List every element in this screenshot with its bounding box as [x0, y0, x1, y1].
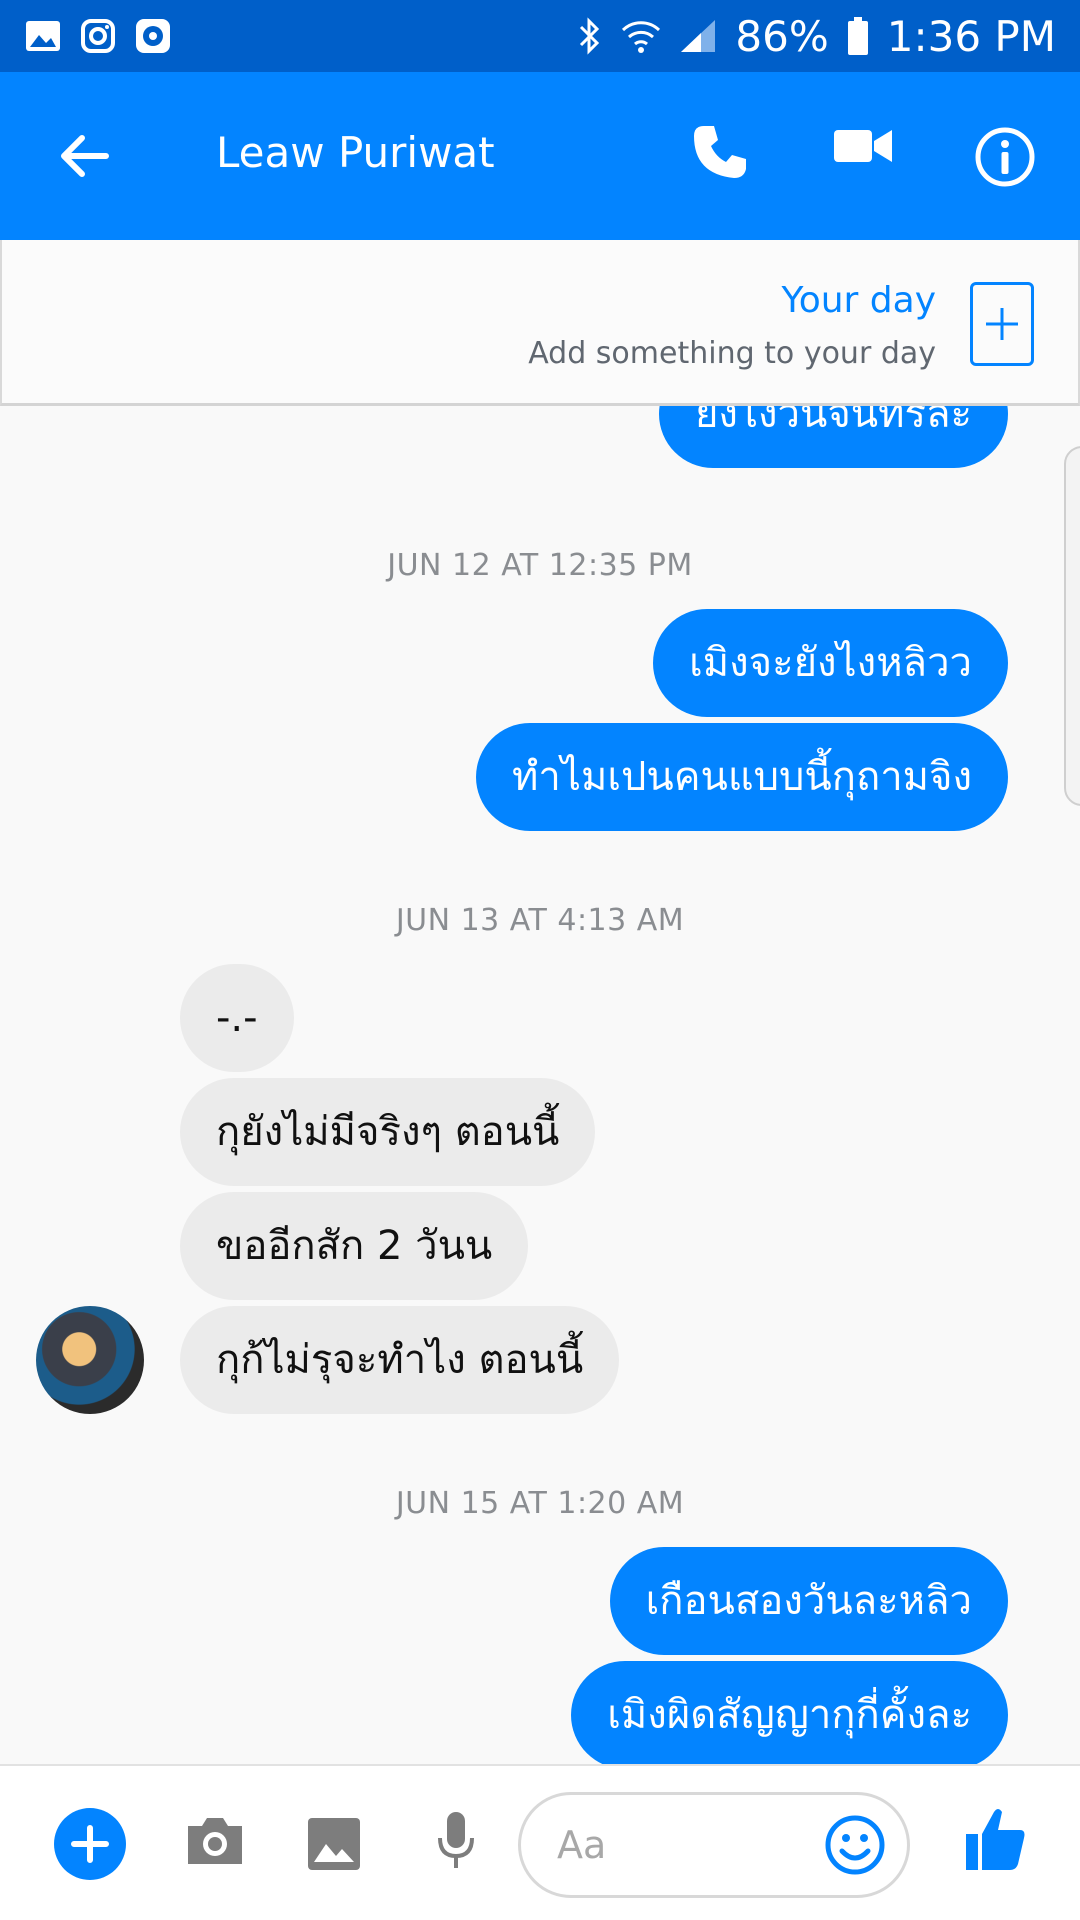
contact-avatar[interactable]: [36, 1306, 144, 1414]
back-arrow-icon[interactable]: [54, 126, 114, 186]
your-day-title[interactable]: Your day: [781, 280, 936, 321]
outgoing-message[interactable]: เกือนสองวันละหลิว: [609, 1547, 1008, 1655]
timestamp: JUN 15 AT 1:20 AM: [395, 1486, 685, 1521]
wifi-icon: [622, 21, 661, 53]
outgoing-message[interactable]: ทำไมเปนคนแบบนี้กุถามจิง: [476, 723, 1008, 831]
info-icon[interactable]: [974, 126, 1036, 188]
bluetooth-icon: [580, 17, 600, 55]
camera-icon[interactable]: [184, 1814, 246, 1866]
battery-percent: 86%: [735, 11, 829, 61]
notification-icons: [24, 17, 172, 55]
incoming-message[interactable]: กุก้ไม่รุจะทำไง ตอนนี้: [180, 1306, 620, 1414]
message-input[interactable]: [555, 1822, 815, 1868]
status-bar: 86% 1:36 PM: [0, 0, 1080, 72]
your-day-banner[interactable]: Your day Add something to your day: [0, 240, 1080, 406]
emoji-icon[interactable]: [823, 1813, 887, 1877]
add-to-day-button[interactable]: [970, 282, 1034, 366]
incoming-message[interactable]: -.-: [180, 964, 294, 1072]
outgoing-message[interactable]: ยังไงวันจันทร์ละ: [658, 406, 1008, 468]
plus-icon: [71, 1825, 109, 1863]
outgoing-message[interactable]: เมิงผิดสัญญากุกี่คั้งละ: [571, 1661, 1008, 1764]
instagram-notification-icon: [81, 19, 115, 53]
outgoing-message[interactable]: เมิงจะยังไงหลิวว: [653, 609, 1008, 717]
clock: 1:36 PM: [886, 11, 1056, 61]
music-notification-icon: [136, 19, 170, 53]
incoming-message[interactable]: กุยังไม่มีจริงๆ ตอนนี้: [180, 1078, 596, 1186]
timestamp: JUN 12 AT 12:35 PM: [387, 548, 693, 583]
microphone-icon[interactable]: [436, 1810, 476, 1872]
system-indicators: 86% 1:36 PM: [577, 12, 1056, 61]
message-thread[interactable]: ยังไงวันจันทร์ละ JUN 12 AT 12:35 PM เมิง…: [0, 406, 1080, 1764]
message-input-field[interactable]: [518, 1792, 910, 1898]
message-composer: [0, 1764, 1080, 1920]
more-actions-button[interactable]: [54, 1808, 126, 1880]
battery-icon: [847, 17, 868, 55]
timestamp: JUN 13 AT 4:13 AM: [395, 903, 685, 938]
conversation-header: Leaw Puriwat: [0, 72, 1080, 240]
contact-name[interactable]: Leaw Puriwat: [216, 128, 495, 177]
scroll-handle[interactable]: [1064, 446, 1080, 806]
image-gallery-icon[interactable]: [306, 1816, 362, 1872]
gallery-notification-icon: [26, 21, 60, 51]
thumbs-up-icon[interactable]: [964, 1806, 1028, 1872]
phone-call-icon[interactable]: [690, 122, 750, 182]
signal-icon: [681, 20, 716, 52]
plus-icon: [986, 308, 1018, 340]
incoming-message[interactable]: ขออีกสัก 2 วันน: [180, 1192, 529, 1300]
video-call-icon[interactable]: [834, 126, 892, 166]
your-day-subtitle: Add something to your day: [528, 336, 936, 371]
